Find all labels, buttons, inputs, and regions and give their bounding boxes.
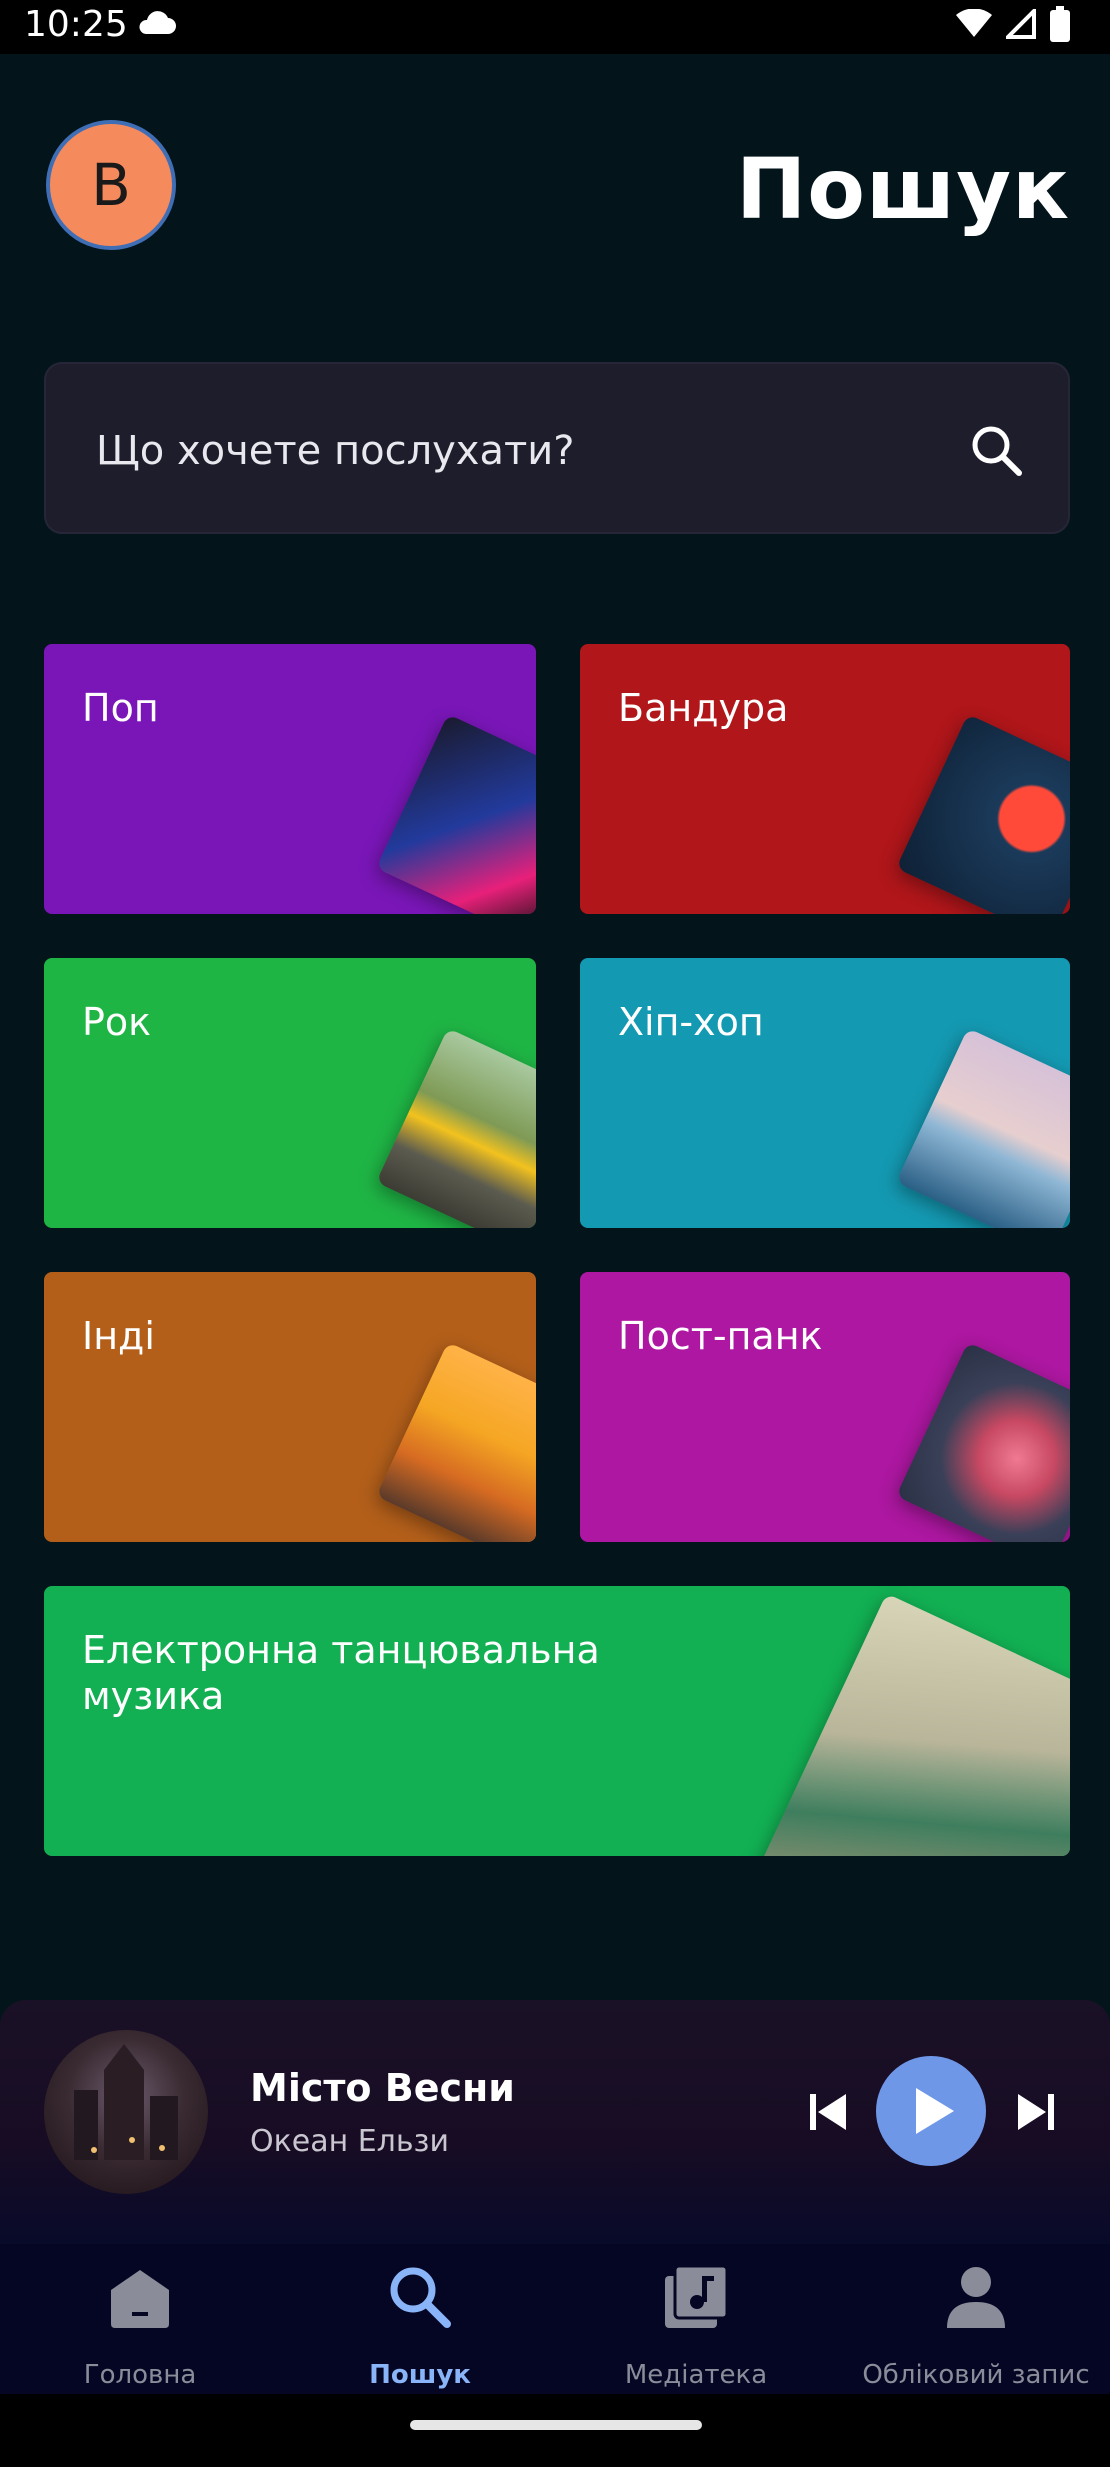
wifi-icon — [956, 8, 992, 43]
gesture-area — [0, 2394, 1110, 2467]
search-icon[interactable] — [968, 422, 1024, 482]
nav-item-search[interactable]: Пошук — [290, 2244, 550, 2394]
genre-artwork — [376, 1342, 536, 1542]
genre-artwork — [896, 1342, 1070, 1542]
gesture-bar[interactable] — [410, 2420, 702, 2430]
genre-artwork — [751, 1593, 1070, 1856]
nav-label: Пошук — [369, 2360, 471, 2390]
home-icon — [105, 2262, 175, 2336]
genre-label: Рок — [82, 1000, 152, 1044]
search-icon — [385, 2262, 455, 2336]
page-title: Пошук — [736, 140, 1070, 238]
genre-label: Пост-панк — [618, 1314, 823, 1358]
skip-previous-icon[interactable] — [806, 2090, 850, 2138]
genre-label: Електронна танцювальна музика — [82, 1628, 600, 1718]
avatar[interactable]: B — [46, 120, 176, 250]
account-icon — [941, 2262, 1011, 2336]
nav-item-account[interactable]: Обліковий запис — [846, 2244, 1106, 2394]
search-bar[interactable] — [44, 362, 1070, 534]
status-time: 10:25 — [24, 4, 128, 45]
nav-item-home[interactable]: Головна — [10, 2244, 270, 2394]
play-button[interactable] — [876, 2056, 986, 2166]
nav-label: Обліковий запис — [862, 2360, 1090, 2390]
search-input[interactable] — [94, 422, 958, 480]
genre-card-bandura[interactable]: Бандура — [580, 644, 1070, 914]
genre-card-rock[interactable]: Рок — [44, 958, 536, 1228]
album-art[interactable] — [44, 2030, 208, 2194]
skip-next-icon[interactable] — [1014, 2090, 1058, 2138]
genre-card-postpunk[interactable]: Пост-панк — [580, 1272, 1070, 1542]
search-screen: 10:25 B Пошук Поп Бандура — [0, 0, 1110, 2467]
genre-card-hiphop[interactable]: Хіп-хоп — [580, 958, 1070, 1228]
genre-artwork — [376, 1028, 536, 1228]
track-title[interactable]: Місто Весни — [250, 2066, 515, 2110]
genre-label: Бандура — [618, 686, 789, 730]
cloud-icon — [136, 10, 176, 40]
genre-label: Інді — [82, 1314, 155, 1358]
genre-label: Поп — [82, 686, 159, 730]
nav-label: Медіатека — [624, 2360, 768, 2390]
status-indicators — [956, 6, 1070, 46]
mini-player[interactable]: Місто Весни Океан Ельзи — [0, 2000, 1110, 2244]
genre-artwork — [896, 1028, 1070, 1228]
genre-label: Хіп-хоп — [618, 1000, 764, 1044]
status-bar: 10:25 — [0, 0, 1110, 54]
track-artist[interactable]: Океан Ельзи — [250, 2124, 449, 2159]
genre-card-indie[interactable]: Інді — [44, 1272, 536, 1542]
genre-card-pop[interactable]: Поп — [44, 644, 536, 914]
genre-artwork — [896, 714, 1070, 914]
genre-artwork — [376, 714, 536, 914]
library-icon — [661, 2262, 731, 2336]
bottom-nav: Головна Пошук Медіатека Обліковий запис — [0, 2244, 1110, 2394]
play-icon — [916, 2088, 954, 2134]
battery-icon — [1050, 6, 1070, 46]
genre-card-edm[interactable]: Електронна танцювальна музика — [44, 1586, 1070, 1856]
signal-icon — [1003, 6, 1036, 43]
nav-label: Головна — [83, 2360, 197, 2390]
nav-item-library[interactable]: Медіатека — [566, 2244, 826, 2394]
